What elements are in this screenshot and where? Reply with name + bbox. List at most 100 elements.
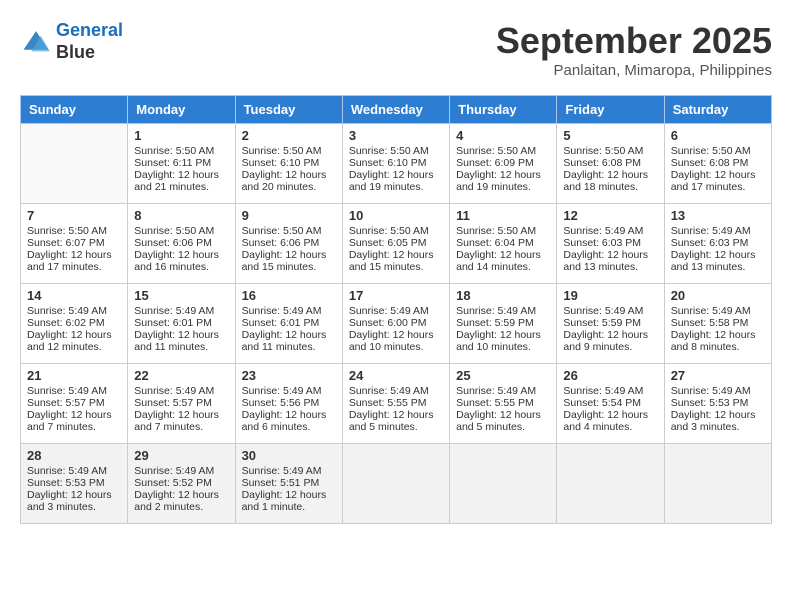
day-number: 18 (456, 288, 550, 303)
day-info-line: Sunrise: 5:49 AM (27, 385, 121, 397)
day-info-line: Sunset: 6:03 PM (671, 237, 765, 249)
day-info-line: Daylight: 12 hours (134, 329, 228, 341)
day-number: 21 (27, 368, 121, 383)
day-info-line: Daylight: 12 hours (671, 169, 765, 181)
calendar-day-cell: 24Sunrise: 5:49 AMSunset: 5:55 PMDayligh… (342, 364, 449, 444)
day-info-line: and 17 minutes. (27, 261, 121, 273)
calendar-day-cell (21, 124, 128, 204)
day-info-line: Sunset: 5:54 PM (563, 397, 657, 409)
day-info-line: Sunrise: 5:50 AM (671, 145, 765, 157)
day-number: 22 (134, 368, 228, 383)
day-info-line: and 14 minutes. (456, 261, 550, 273)
day-info-line: Daylight: 12 hours (349, 409, 443, 421)
day-info-line: Daylight: 12 hours (456, 409, 550, 421)
day-info-line: and 13 minutes. (671, 261, 765, 273)
day-info-line: Sunrise: 5:50 AM (456, 145, 550, 157)
day-info-line: and 19 minutes. (349, 181, 443, 193)
calendar-day-cell: 30Sunrise: 5:49 AMSunset: 5:51 PMDayligh… (235, 444, 342, 524)
day-info-line: Daylight: 12 hours (671, 249, 765, 261)
calendar-day-cell: 25Sunrise: 5:49 AMSunset: 5:55 PMDayligh… (450, 364, 557, 444)
day-number: 26 (563, 368, 657, 383)
day-info-line: Daylight: 12 hours (671, 329, 765, 341)
day-number: 13 (671, 208, 765, 223)
day-number: 1 (134, 128, 228, 143)
calendar-day-cell (664, 444, 771, 524)
day-info-line: and 5 minutes. (456, 421, 550, 433)
day-number: 29 (134, 448, 228, 463)
day-info-line: Sunset: 6:02 PM (27, 317, 121, 329)
calendar-day-cell: 5Sunrise: 5:50 AMSunset: 6:08 PMDaylight… (557, 124, 664, 204)
day-info-line: Sunset: 5:55 PM (456, 397, 550, 409)
logo-text: General Blue (56, 20, 123, 63)
day-number: 23 (242, 368, 336, 383)
day-info-line: Sunrise: 5:49 AM (134, 465, 228, 477)
day-info-line: and 9 minutes. (563, 341, 657, 353)
day-info-line: and 16 minutes. (134, 261, 228, 273)
day-number: 4 (456, 128, 550, 143)
day-info-line: and 15 minutes. (349, 261, 443, 273)
weekday-header-cell: Monday (128, 96, 235, 124)
day-info-line: Sunset: 6:10 PM (349, 157, 443, 169)
day-info-line: Sunrise: 5:49 AM (563, 225, 657, 237)
weekday-header-cell: Saturday (664, 96, 771, 124)
day-info-line: and 18 minutes. (563, 181, 657, 193)
month-title: September 2025 (496, 20, 772, 62)
day-info-line: and 10 minutes. (456, 341, 550, 353)
day-info-line: Daylight: 12 hours (27, 249, 121, 261)
day-info-line: Daylight: 12 hours (134, 489, 228, 501)
calendar-day-cell (342, 444, 449, 524)
day-info-line: Sunset: 5:51 PM (242, 477, 336, 489)
day-info-line: Sunset: 6:08 PM (563, 157, 657, 169)
day-info-line: Daylight: 12 hours (349, 329, 443, 341)
day-info-line: Daylight: 12 hours (242, 409, 336, 421)
day-info-line: Sunset: 6:04 PM (456, 237, 550, 249)
calendar-week-row: 7Sunrise: 5:50 AMSunset: 6:07 PMDaylight… (21, 204, 772, 284)
day-info-line: Daylight: 12 hours (563, 249, 657, 261)
day-info-line: Daylight: 12 hours (134, 409, 228, 421)
calendar-day-cell: 1Sunrise: 5:50 AMSunset: 6:11 PMDaylight… (128, 124, 235, 204)
day-info-line: and 13 minutes. (563, 261, 657, 273)
day-info-line: and 10 minutes. (349, 341, 443, 353)
day-info-line: and 3 minutes. (671, 421, 765, 433)
day-info-line: Daylight: 12 hours (27, 409, 121, 421)
day-info-line: Sunset: 6:05 PM (349, 237, 443, 249)
day-info-line: and 4 minutes. (563, 421, 657, 433)
day-info-line: Sunset: 6:06 PM (134, 237, 228, 249)
day-info-line: and 12 minutes. (27, 341, 121, 353)
calendar-day-cell: 28Sunrise: 5:49 AMSunset: 5:53 PMDayligh… (21, 444, 128, 524)
day-info-line: Sunrise: 5:49 AM (242, 305, 336, 317)
day-number: 20 (671, 288, 765, 303)
calendar-day-cell: 22Sunrise: 5:49 AMSunset: 5:57 PMDayligh… (128, 364, 235, 444)
day-info-line: Sunrise: 5:49 AM (134, 305, 228, 317)
calendar-day-cell: 11Sunrise: 5:50 AMSunset: 6:04 PMDayligh… (450, 204, 557, 284)
day-info-line: Sunset: 5:59 PM (456, 317, 550, 329)
calendar-day-cell (450, 444, 557, 524)
page-header: General Blue September 2025 Panlaitan, M… (20, 20, 772, 79)
day-info-line: Sunrise: 5:49 AM (349, 385, 443, 397)
day-info-line: Sunset: 6:00 PM (349, 317, 443, 329)
day-info-line: Sunrise: 5:49 AM (563, 385, 657, 397)
day-info-line: Sunrise: 5:49 AM (242, 465, 336, 477)
day-info-line: and 3 minutes. (27, 501, 121, 513)
calendar-table: SundayMondayTuesdayWednesdayThursdayFrid… (20, 95, 772, 524)
day-info-line: and 7 minutes. (134, 421, 228, 433)
day-info-line: Daylight: 12 hours (456, 169, 550, 181)
day-info-line: and 2 minutes. (134, 501, 228, 513)
logo-icon (20, 28, 52, 56)
day-info-line: Sunrise: 5:50 AM (242, 145, 336, 157)
day-number: 10 (349, 208, 443, 223)
calendar-day-cell: 23Sunrise: 5:49 AMSunset: 5:56 PMDayligh… (235, 364, 342, 444)
day-info-line: Sunset: 6:09 PM (456, 157, 550, 169)
day-number: 16 (242, 288, 336, 303)
day-info-line: Sunrise: 5:49 AM (27, 305, 121, 317)
day-info-line: Sunrise: 5:49 AM (456, 385, 550, 397)
day-info-line: Sunset: 5:56 PM (242, 397, 336, 409)
calendar-day-cell: 19Sunrise: 5:49 AMSunset: 5:59 PMDayligh… (557, 284, 664, 364)
day-info-line: Sunset: 5:57 PM (134, 397, 228, 409)
day-info-line: Sunset: 6:03 PM (563, 237, 657, 249)
day-info-line: Sunset: 6:11 PM (134, 157, 228, 169)
day-info-line: Sunrise: 5:50 AM (134, 145, 228, 157)
day-info-line: Daylight: 12 hours (671, 409, 765, 421)
day-info-line: Daylight: 12 hours (27, 489, 121, 501)
calendar-day-cell: 16Sunrise: 5:49 AMSunset: 6:01 PMDayligh… (235, 284, 342, 364)
